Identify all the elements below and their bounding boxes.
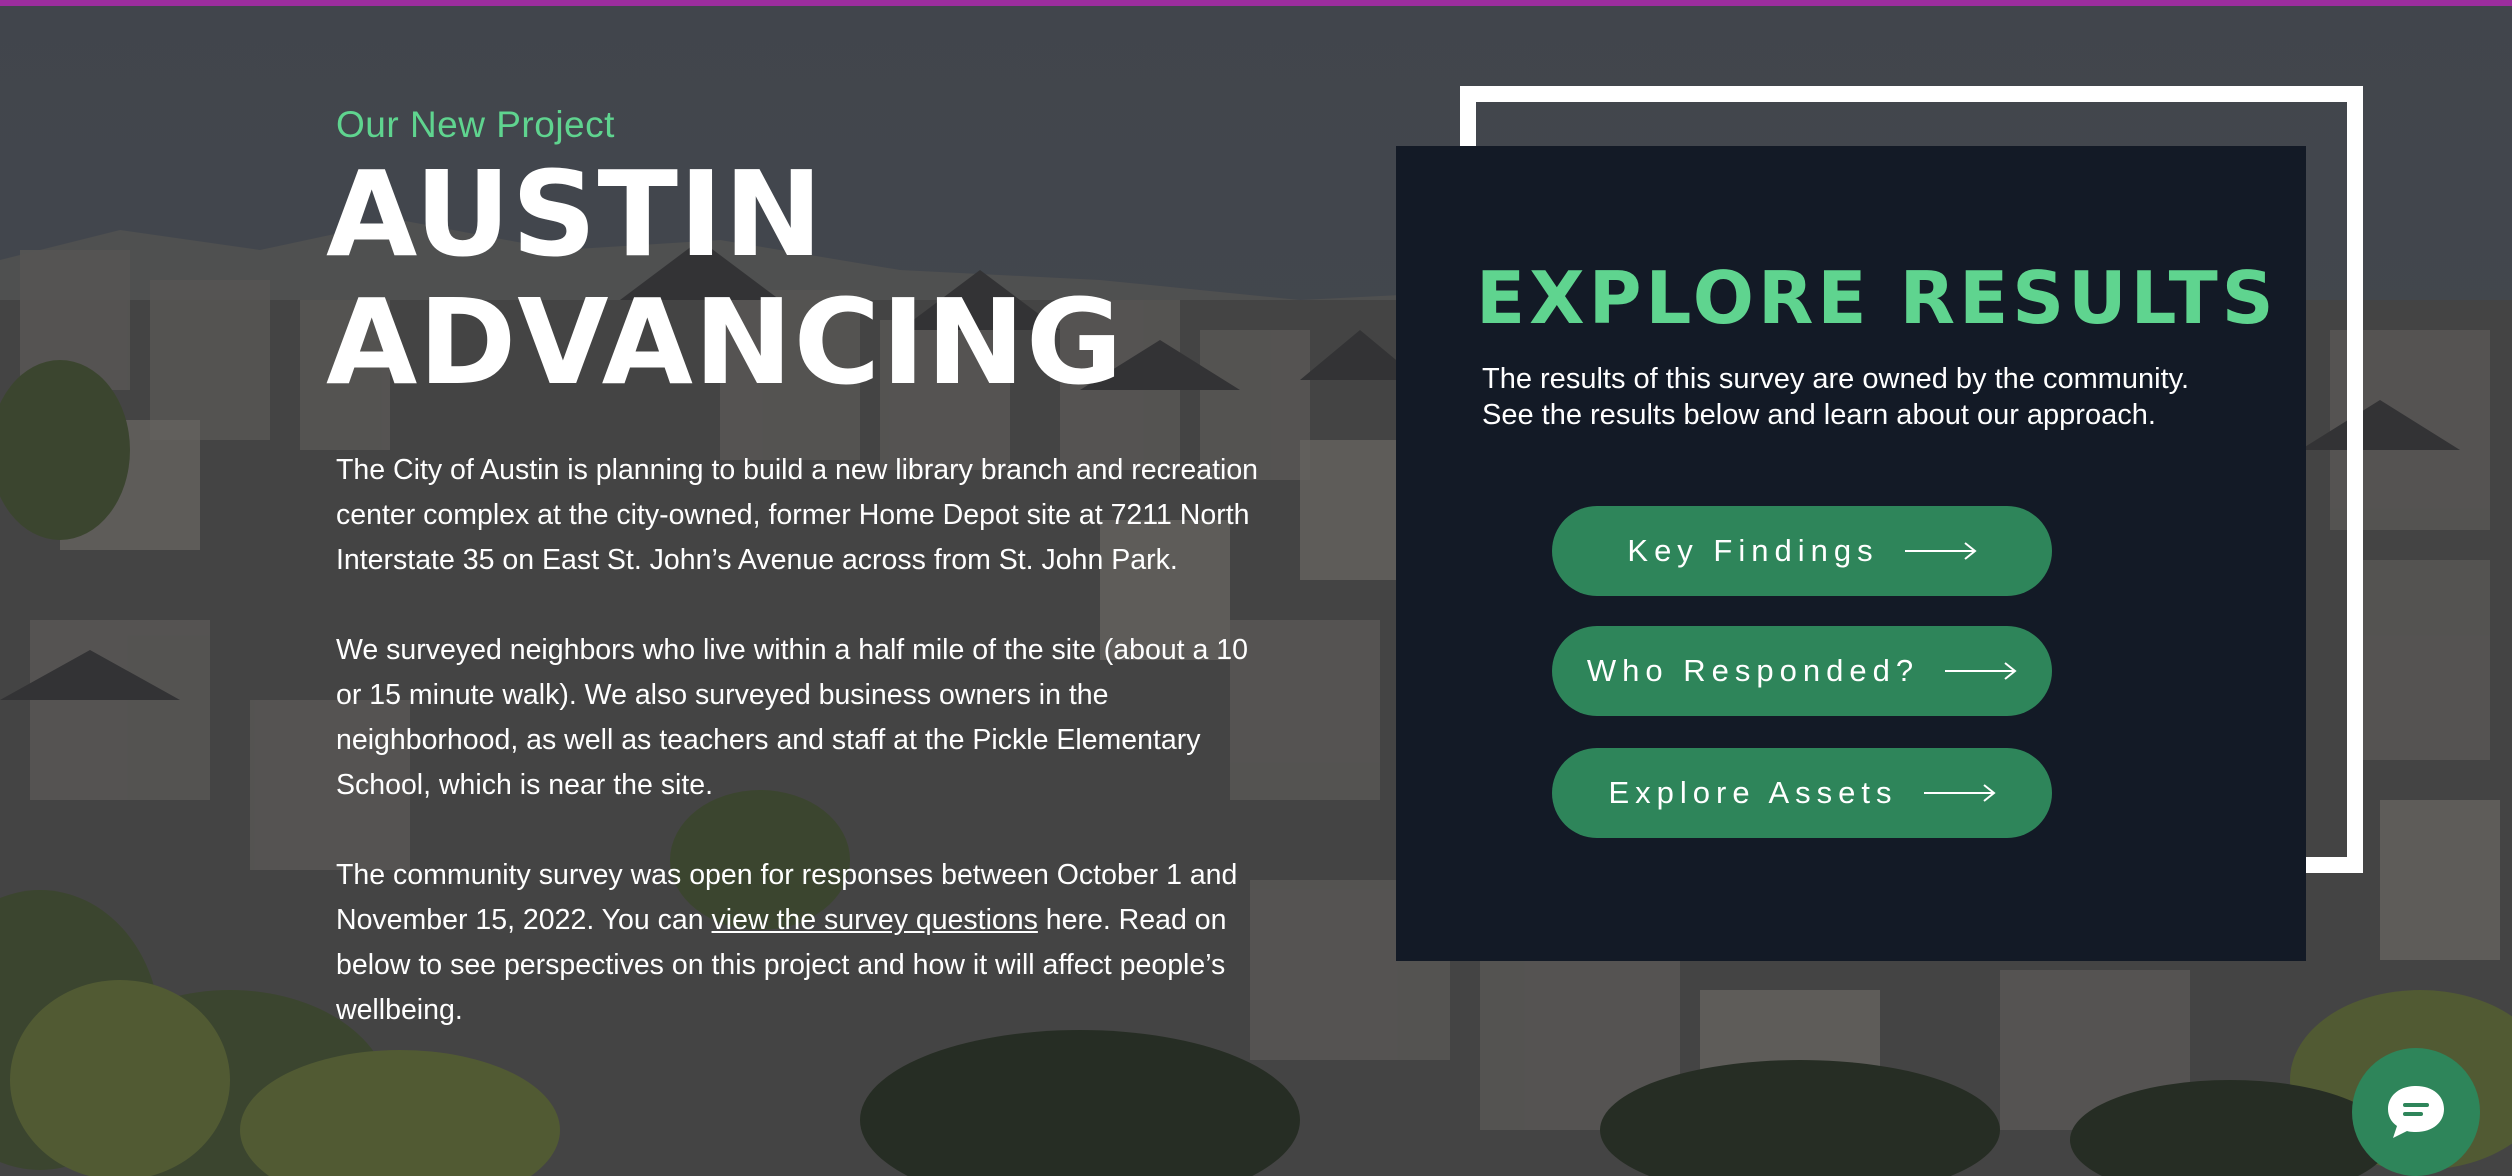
page-title-line-1: AUSTIN [326, 145, 824, 283]
results-panel: EXPLORE RESULTS The results of this surv… [1396, 146, 2306, 961]
arrow-right-icon [1945, 662, 2017, 680]
results-description: The results of this survey are owned by … [1482, 361, 2262, 433]
intro-paragraph-1: The City of Austin is planning to build … [336, 454, 1259, 576]
page: Our New Project AUSTIN ADVANCING The Cit… [0, 0, 2512, 1176]
page-title: AUSTIN ADVANCING [326, 150, 1124, 406]
key-findings-button[interactable]: Key Findings [1552, 506, 2052, 596]
page-title-line-2: ADVANCING [326, 273, 1124, 411]
project-eyebrow: Our New Project [336, 104, 615, 145]
results-description-line-1: The results of this survey are owned by … [1482, 363, 2190, 395]
intro-text: The City of Austin is planning to build … [336, 448, 1266, 1078]
who-responded-button[interactable]: Who Responded? [1552, 626, 2052, 716]
results-description-line-2: See the results below and learn about ou… [1482, 399, 2156, 431]
chat-button[interactable] [2352, 1048, 2480, 1176]
results-title: EXPLORE RESULTS [1476, 256, 2278, 340]
intro-paragraph-3: The community survey was open for respon… [336, 853, 1266, 1033]
top-accent-bar [0, 0, 2512, 6]
who-responded-label: Who Responded? [1586, 653, 1920, 688]
arrow-right-icon [1904, 542, 1977, 560]
explore-assets-button[interactable]: Explore Assets [1552, 748, 2052, 838]
chat-bubble-icon [2388, 1086, 2444, 1138]
intro-paragraph-2: We surveyed neighbors who live within a … [336, 634, 1248, 801]
survey-questions-link[interactable]: view the survey questions [712, 904, 1038, 936]
arrow-right-icon [1923, 784, 1996, 802]
key-findings-label: Key Findings [1627, 533, 1879, 568]
explore-assets-label: Explore Assets [1608, 775, 1898, 810]
